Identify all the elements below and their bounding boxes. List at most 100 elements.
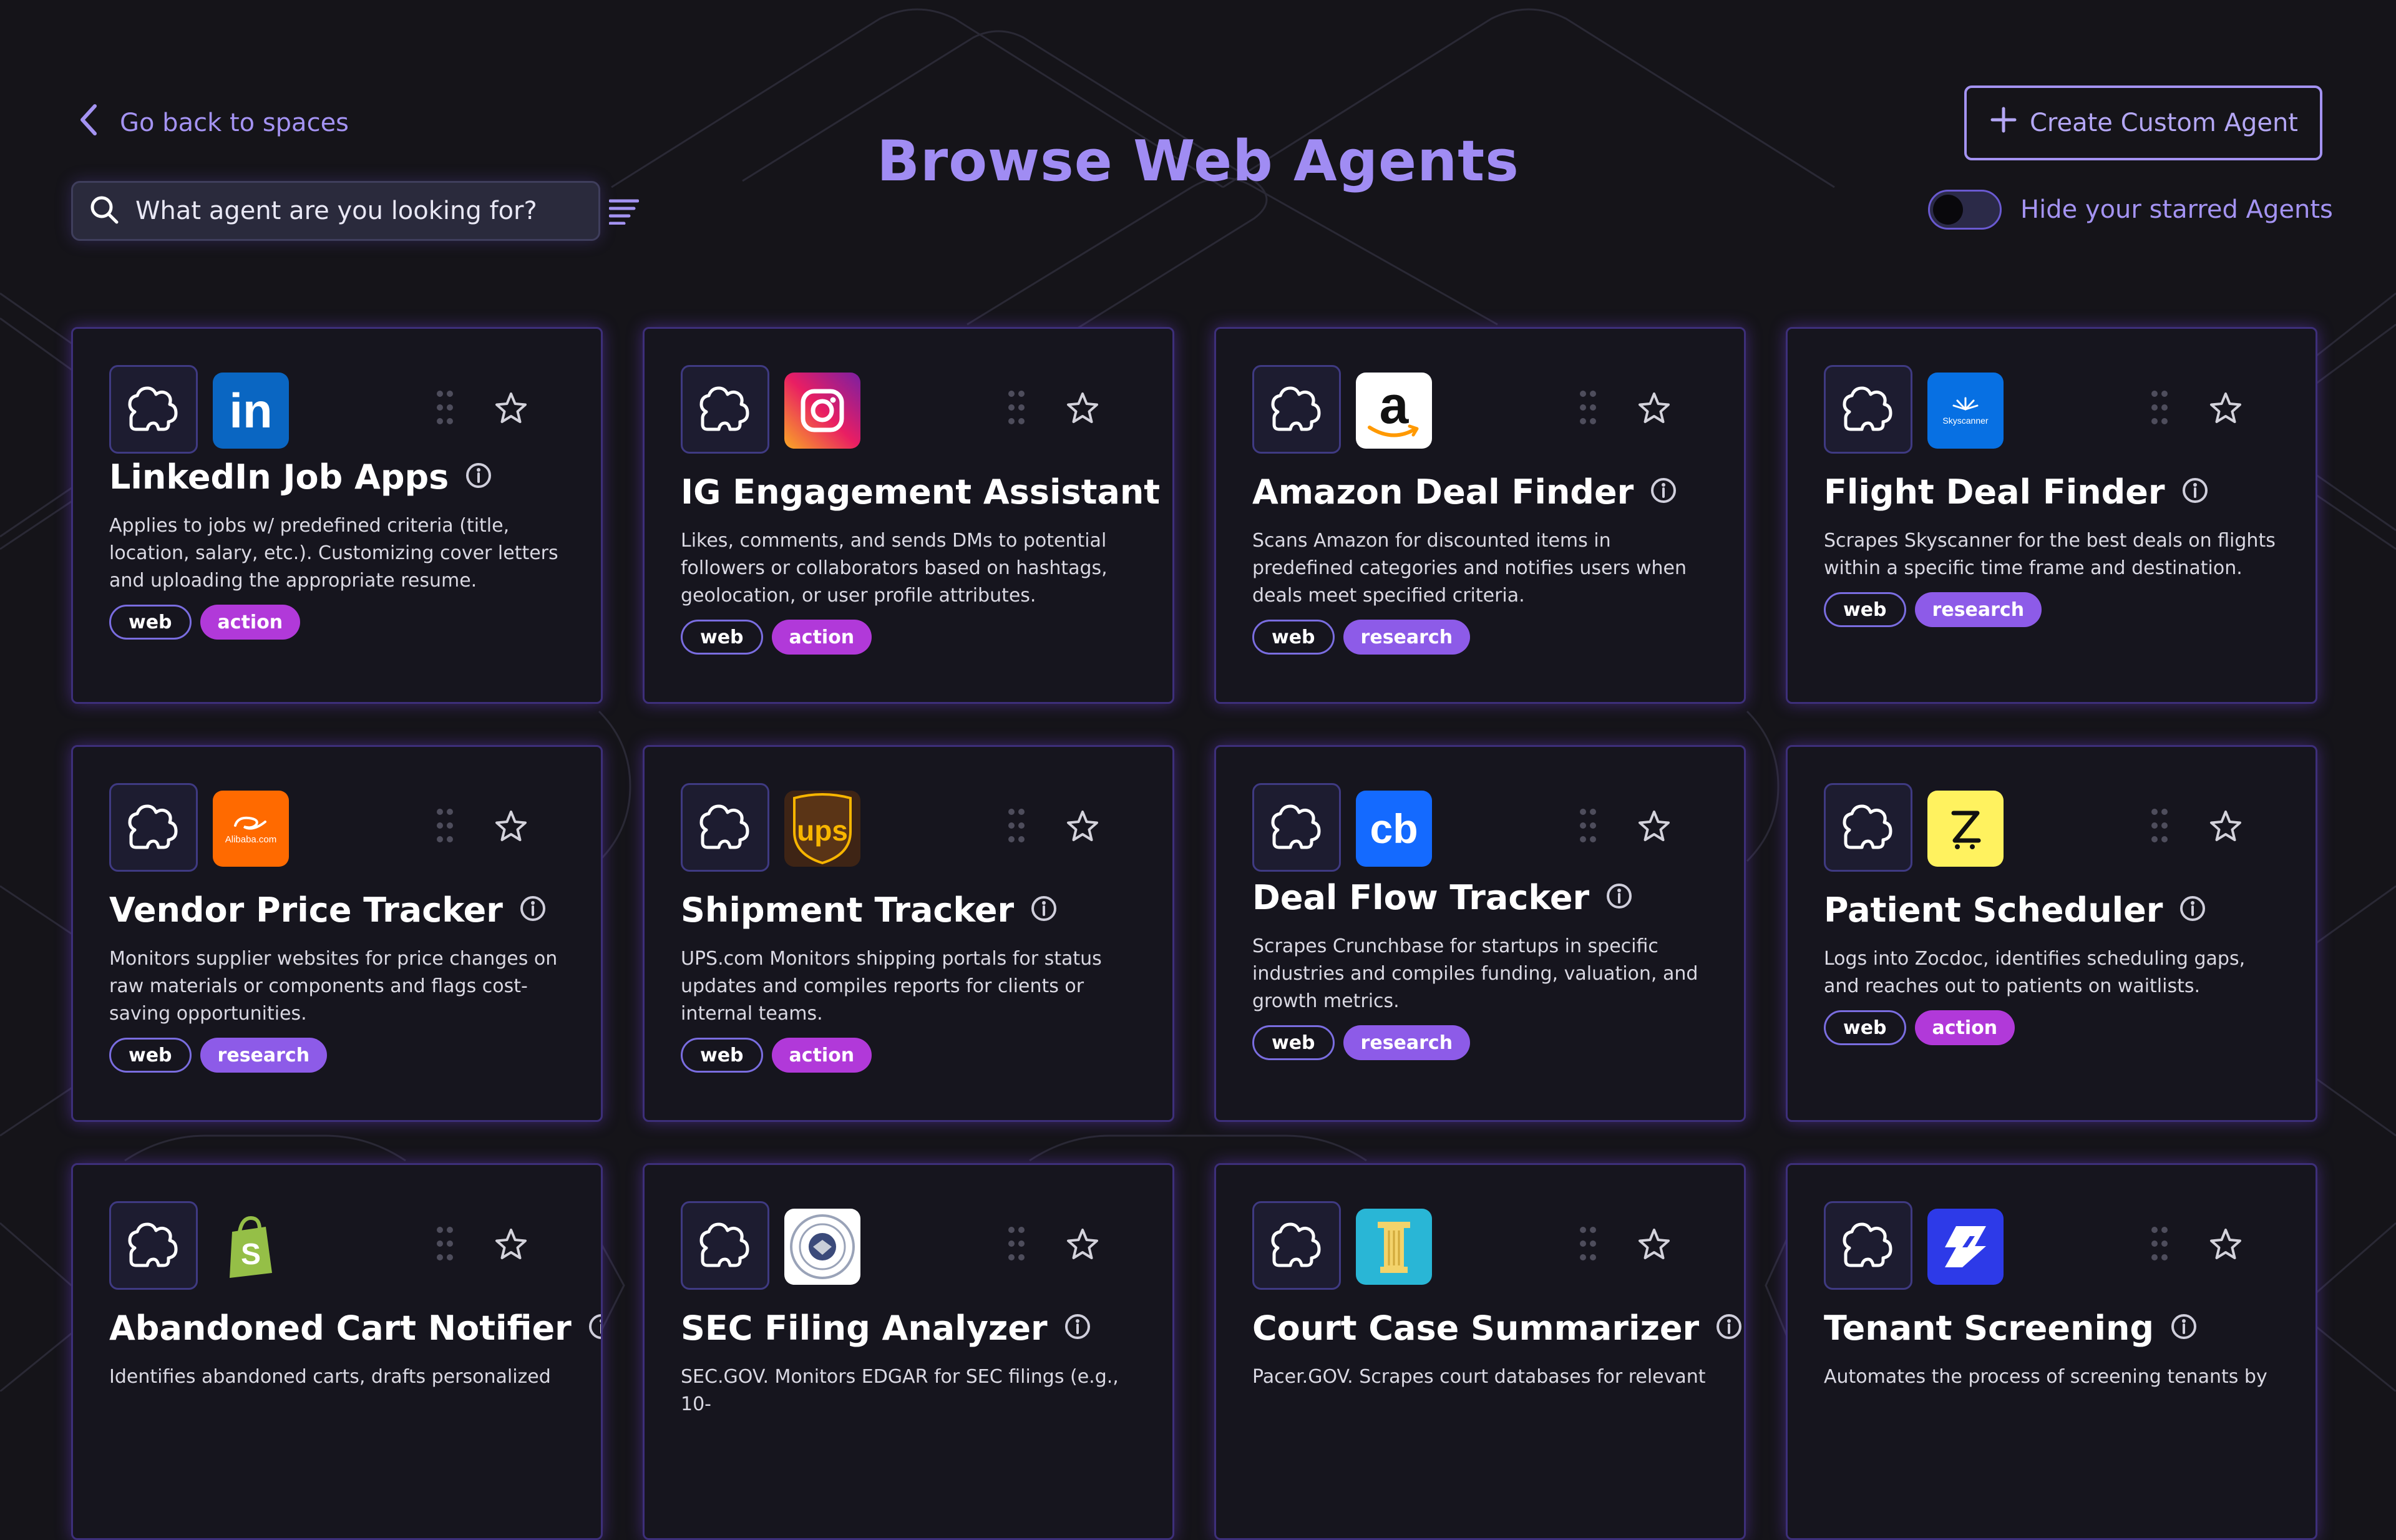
- card-title-row: Vendor Price Tracker: [109, 888, 565, 932]
- agent-card[interactable]: a Amazon Deal Finder Scans Amazon for disc…: [1214, 327, 1746, 704]
- card-header: [1252, 1201, 1708, 1294]
- drag-handle-icon[interactable]: [1008, 390, 1025, 427]
- info-icon[interactable]: [1064, 1313, 1091, 1343]
- tag-web: web: [1252, 1025, 1335, 1060]
- agent-card[interactable]: Court Case Summarizer Pacer.GOV. Scrapes …: [1214, 1163, 1746, 1540]
- star-icon[interactable]: [1065, 391, 1100, 427]
- amazon-icon: a: [1356, 373, 1432, 449]
- card-title-row: Deal Flow Tracker: [1252, 875, 1708, 919]
- info-icon[interactable]: [1650, 477, 1677, 507]
- card-title-row: Court Case Summarizer: [1252, 1306, 1742, 1350]
- star-icon[interactable]: [494, 809, 528, 846]
- tag-list: web research: [1252, 1025, 1708, 1060]
- tag-action: action: [771, 620, 872, 655]
- card-header: in: [109, 365, 565, 457]
- agent-name: Vendor Price Tracker: [109, 890, 503, 930]
- agent-puzzle-icon: [1252, 365, 1341, 454]
- svg-text:S: S: [241, 1238, 261, 1271]
- agent-description: Scrapes Crunchbase for startups in speci…: [1252, 935, 1698, 1012]
- card-header: Alibaba.com: [109, 783, 565, 875]
- star-icon[interactable]: [2208, 391, 2243, 427]
- info-icon[interactable]: [588, 1313, 601, 1343]
- agent-card[interactable]: Tenant Screening Automates the process of…: [1786, 1163, 2317, 1540]
- tag-list: web research: [109, 1038, 565, 1073]
- crunchbase-icon: cb: [1356, 791, 1432, 867]
- filter-icon[interactable]: [608, 197, 640, 227]
- drag-handle-icon[interactable]: [1008, 1226, 1025, 1264]
- info-icon[interactable]: [519, 895, 547, 925]
- info-icon[interactable]: [465, 462, 492, 492]
- drag-handle-icon[interactable]: [1579, 390, 1597, 427]
- star-icon[interactable]: [2208, 809, 2243, 846]
- info-icon[interactable]: [1715, 1313, 1743, 1343]
- star-icon[interactable]: [1637, 391, 1672, 427]
- drag-handle-icon[interactable]: [436, 1226, 454, 1264]
- agent-puzzle-icon: [681, 365, 769, 454]
- instagram-icon: [784, 373, 860, 449]
- star-icon[interactable]: [494, 1227, 528, 1264]
- info-icon[interactable]: [1605, 882, 1633, 912]
- agent-puzzle-icon: [1252, 783, 1341, 872]
- info-icon[interactable]: [1030, 895, 1058, 925]
- tag-web: web: [109, 1038, 192, 1073]
- info-icon[interactable]: [2179, 895, 2206, 925]
- alibaba-icon: Alibaba.com: [213, 791, 289, 867]
- search-input[interactable]: [134, 196, 598, 226]
- agent-card[interactable]: IG Engagement Assistant Likes, comments, …: [643, 327, 1174, 704]
- tag-web: web: [681, 620, 763, 655]
- hide-starred-toggle[interactable]: [1928, 190, 2002, 230]
- agent-puzzle-icon: [1824, 1201, 1912, 1290]
- create-custom-agent-button[interactable]: Create Custom Agent: [1964, 85, 2322, 160]
- skyscanner-icon: Skyscanner: [1927, 373, 2004, 449]
- agent-card[interactable]: cb Deal Flow Tracker Scrapes Crunchbase fo…: [1214, 745, 1746, 1122]
- agent-card[interactable]: SEC Filing Analyzer SEC.GOV. Monitors EDG…: [643, 1163, 1174, 1540]
- agent-card[interactable]: Skyscanner Flight Deal Finder Scrapes Skys…: [1786, 327, 2317, 704]
- info-icon[interactable]: [2181, 477, 2209, 507]
- star-icon[interactable]: [2208, 1227, 2243, 1264]
- star-icon[interactable]: [494, 391, 528, 427]
- tag-list: web research: [1252, 620, 1708, 655]
- drag-handle-icon[interactable]: [436, 808, 454, 846]
- card-header: [1824, 1201, 2279, 1294]
- agent-card[interactable]: Patient Scheduler Logs into Zocdoc, ident…: [1786, 745, 2317, 1122]
- drag-handle-icon[interactable]: [1008, 808, 1025, 846]
- agent-puzzle-icon: [1252, 1201, 1341, 1290]
- hide-starred-toggle-row: Hide your starred Agents: [1928, 188, 2333, 231]
- drag-handle-icon[interactable]: [1579, 808, 1597, 846]
- card-title-row: Abandoned Cart Notifier: [109, 1306, 601, 1350]
- agent-card[interactable]: S Abandoned Cart Notifier Identifies aband…: [71, 1163, 603, 1540]
- agent-name: Flight Deal Finder: [1824, 472, 2165, 512]
- star-icon[interactable]: [1637, 1227, 1672, 1264]
- agent-puzzle-icon: [1824, 783, 1912, 872]
- agent-card[interactable]: ups Shipment Tracker UPS.com Monitors ship…: [643, 745, 1174, 1122]
- tag-research: research: [1914, 592, 2042, 627]
- pacer-icon: [1356, 1209, 1432, 1285]
- tag-action: action: [200, 605, 301, 640]
- drag-handle-icon[interactable]: [436, 390, 454, 427]
- card-header: S: [109, 1201, 565, 1294]
- agent-puzzle-icon: [681, 783, 769, 872]
- star-icon[interactable]: [1065, 809, 1100, 846]
- agent-description: Pacer.GOV. Scrapes court databases for r…: [1252, 1366, 1706, 1388]
- drag-handle-icon[interactable]: [2151, 808, 2168, 846]
- info-icon[interactable]: [2170, 1313, 2198, 1343]
- search-icon: [88, 193, 120, 228]
- agent-name: SEC Filing Analyzer: [681, 1308, 1048, 1348]
- star-icon[interactable]: [1637, 809, 1672, 846]
- card-header: [681, 1201, 1136, 1294]
- star-icon[interactable]: [1065, 1227, 1100, 1264]
- tag-action: action: [1914, 1010, 2015, 1045]
- zocdoc-icon: [1927, 791, 2004, 867]
- tag-web: web: [681, 1038, 763, 1073]
- linkedin-icon: in: [213, 373, 289, 449]
- tag-list: web action: [109, 605, 565, 640]
- agent-description: SEC.GOV. Monitors EDGAR for SEC filings …: [681, 1366, 1119, 1415]
- agent-name: Tenant Screening: [1824, 1308, 2155, 1348]
- drag-handle-icon[interactable]: [1579, 1226, 1597, 1264]
- drag-handle-icon[interactable]: [2151, 1226, 2168, 1264]
- agent-card[interactable]: Alibaba.com Vendor Price Tracker Monitors …: [71, 745, 603, 1122]
- agent-puzzle-icon: [109, 783, 198, 872]
- agent-description: UPS.com Monitors shipping portals for st…: [681, 948, 1102, 1025]
- agent-card[interactable]: in LinkedIn Job Apps Applies to jobs w/ pr…: [71, 327, 603, 704]
- drag-handle-icon[interactable]: [2151, 390, 2168, 427]
